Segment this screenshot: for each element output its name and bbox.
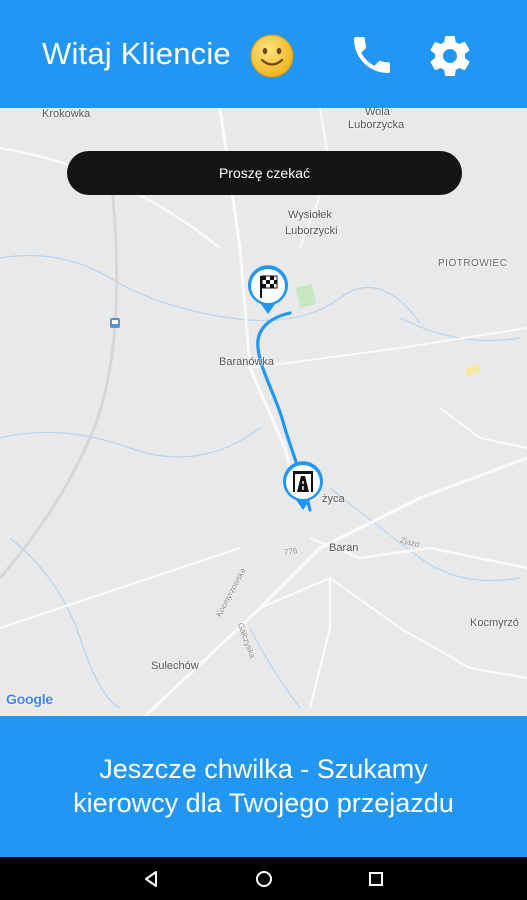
status-line-2: kierowcy dla Twojego przejazdu: [73, 788, 454, 818]
smiley-icon: [250, 34, 294, 78]
recents-icon[interactable]: [365, 868, 387, 890]
status-line-1: Jeszcze chwilka - Szukamy: [99, 754, 428, 784]
map-label-kocmyrzow: Kocmyrzó: [470, 617, 519, 629]
back-icon[interactable]: [140, 868, 162, 890]
google-attribution-logo: Google: [6, 691, 53, 707]
home-icon[interactable]: [253, 868, 275, 890]
destination-flag-icon[interactable]: [246, 264, 290, 316]
status-message: Jeszcze chwilka - Szukamy kierowcy dla T…: [0, 752, 527, 820]
google-logo-text: Google: [6, 691, 54, 707]
map-label-sulechow: Sulechów: [151, 660, 199, 672]
map-label-road-776: 776: [283, 546, 298, 557]
settings-gear-icon[interactable]: [426, 32, 474, 80]
map-label-zyca: życa: [322, 493, 345, 505]
map-label-wysiolek-2: Luborzycki: [285, 225, 338, 237]
map-label-krokowka: Krokowka: [42, 108, 91, 120]
map-label-piotrowiec: PIOTROWIEC: [438, 258, 508, 269]
greeting-title: Witaj Kliencie: [42, 36, 231, 71]
map-label-wysiolek-1: Wysiołek: [288, 209, 332, 221]
phone-icon[interactable]: [348, 31, 396, 79]
map-label-baran: Baran: [329, 542, 359, 554]
status-panel: Jeszcze chwilka - Szukamy kierowcy dla T…: [0, 716, 527, 857]
route-map[interactable]: Krokowka Wola Luborzycka Wysiołek Luborz…: [0, 108, 527, 716]
map-label-wola-1: Wola: [365, 108, 390, 118]
pickup-origin-icon[interactable]: [281, 460, 325, 512]
map-label-baranowka: Baranówka: [219, 356, 275, 368]
map-background: [0, 108, 527, 716]
system-navigation-bar: [0, 857, 527, 900]
app-header: Witaj Kliencie: [0, 0, 527, 108]
please-wait-toast: Proszę czekać: [67, 151, 462, 195]
map-label-wola-2: Luborzycka: [348, 119, 405, 131]
